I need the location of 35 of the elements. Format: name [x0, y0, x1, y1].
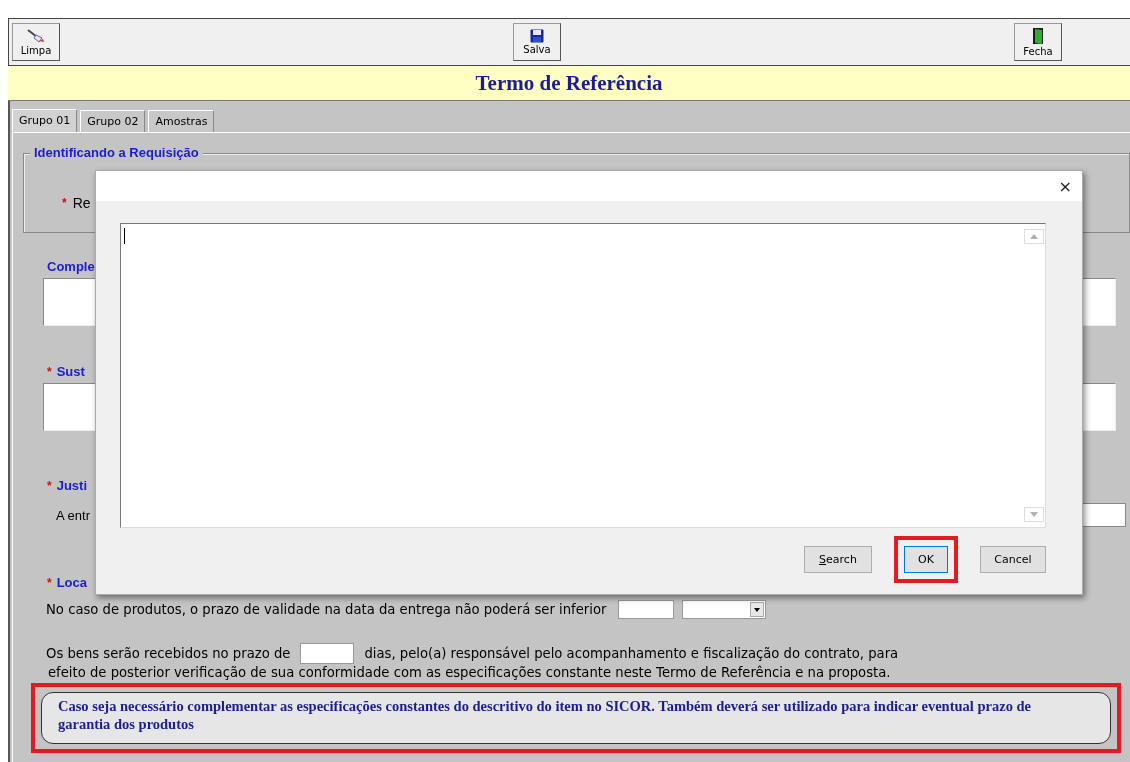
hint-text: Caso seja necessário complementar as especificações constantes do descritivo do item no SICOR. Também deverá ser utilizado para indicar eventual prazo de garantia dos produtos: [58, 698, 1032, 732]
required-marker: *: [47, 478, 52, 493]
section-label: Comple: [47, 259, 95, 274]
scroll-up-icon[interactable]: [1024, 229, 1044, 244]
toolbar-button[interactable]: Salva: [513, 23, 561, 61]
section-label: Loca: [56, 575, 87, 590]
input-field[interactable]: [300, 643, 355, 664]
sentence-text: Os bens serão recebidos no prazo de: [46, 646, 291, 661]
sentence-text: dias, pelo(a) responsável pelo acompanhamento e fiscalização do contrato, para: [364, 646, 899, 661]
text-cursor: [124, 228, 125, 244]
save-icon: [530, 29, 544, 43]
tab[interactable]: Amostras: [148, 110, 215, 132]
sentence-text: A entr: [56, 507, 90, 523]
brush-icon: [26, 28, 46, 44]
required-marker: *: [47, 575, 52, 590]
dialog-button[interactable]: OK: [904, 546, 948, 573]
scroll-down-icon[interactable]: [1024, 507, 1044, 522]
sentence-text: efeito de posterior verificação de sua conformidade com as especificações constante neste Termo de Referência e na proposta.: [47, 665, 892, 680]
required-marker: *: [62, 196, 67, 210]
toolbar-button[interactable]: Fecha: [1014, 23, 1062, 61]
toolbar-button[interactable]: Limpa: [12, 23, 60, 61]
section-label: Sust: [56, 364, 85, 379]
tab[interactable]: Grupo 02: [80, 110, 146, 132]
sentence-text: No caso de produtos, o prazo de validade na data da entrega não poderá ser inferior: [46, 602, 607, 617]
required-marker: *: [47, 364, 52, 379]
section-label: Justi: [56, 478, 87, 493]
close-button[interactable]: ×: [1058, 176, 1072, 196]
tab[interactable]: Grupo 01: [12, 109, 78, 132]
dialog-button[interactable]: Search: [804, 546, 872, 573]
group-title: Identificando a Requisição: [30, 145, 203, 160]
dialog-button[interactable]: Cancel: [980, 546, 1046, 573]
form-title: Termo de Referência: [475, 70, 663, 96]
field-label: Re: [72, 195, 91, 211]
input-field[interactable]: [618, 600, 675, 619]
door-icon: [1032, 27, 1044, 45]
